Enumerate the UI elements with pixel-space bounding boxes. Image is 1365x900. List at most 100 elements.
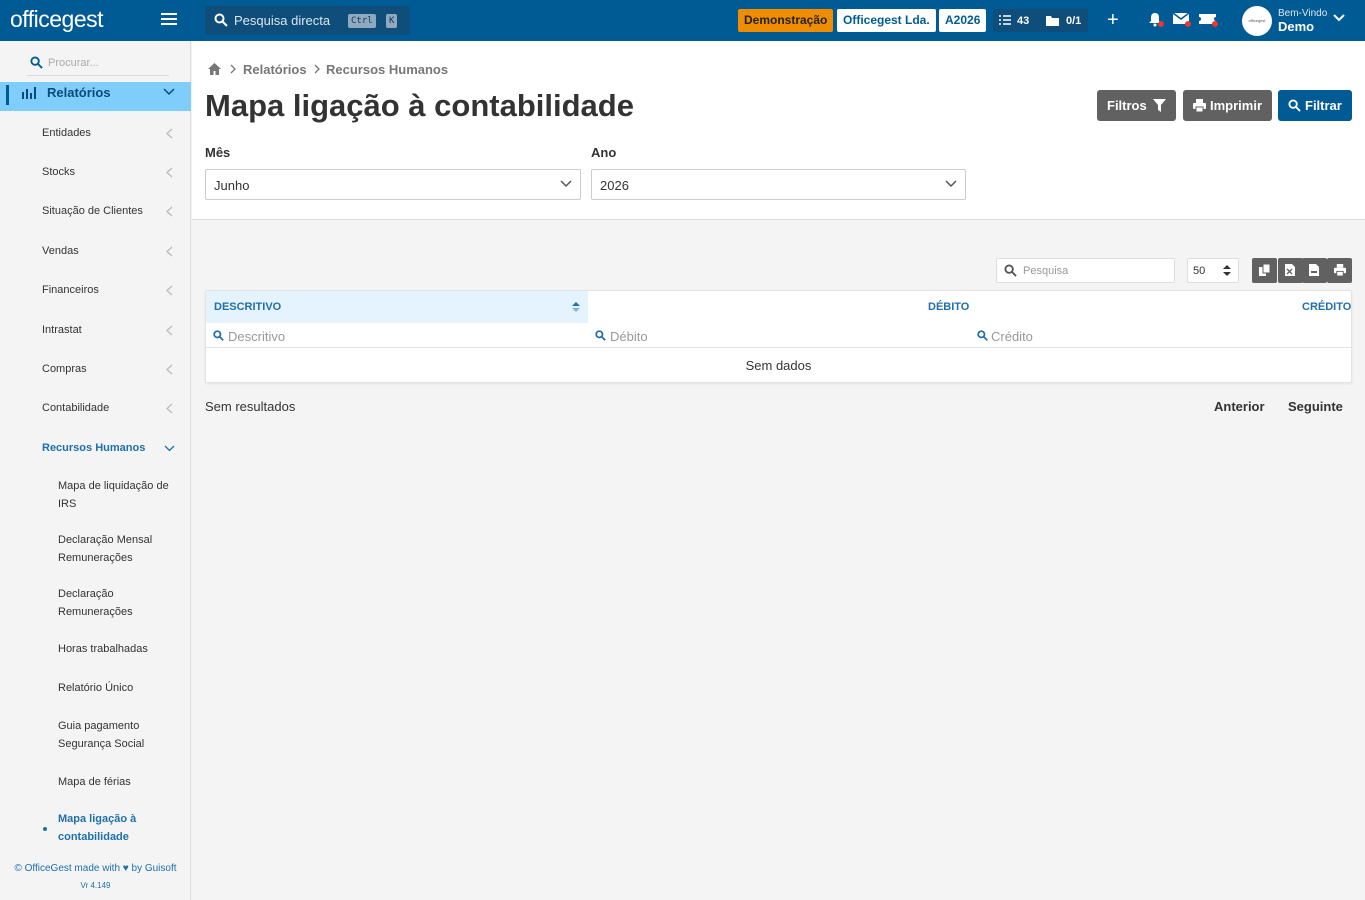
column-header-label: DESCRITIVO: [214, 301, 282, 313]
footer-credit[interactable]: © OfficeGest made with ♥ by Guisoft: [0, 863, 191, 874]
global-search[interactable]: Pesquisa directa Ctrl K: [205, 6, 410, 35]
search-icon: [213, 330, 224, 341]
search-icon: [595, 330, 606, 341]
sidebar-subitem-relatorio-unico[interactable]: Relatório Único: [58, 679, 183, 697]
sidebar-section-relatorios[interactable]: Relatórios: [0, 82, 191, 111]
breadcrumb-recursos-humanos[interactable]: Recursos Humanos: [326, 62, 448, 77]
column-header-debito[interactable]: DÉBITO: [928, 301, 969, 313]
sidebar-item-recursos-humanos[interactable]: Recursos Humanos: [42, 442, 145, 454]
chevron-left-icon: [166, 128, 173, 139]
bell-notification-dot: [1158, 21, 1164, 27]
page-title: Mapa ligação à contabilidade: [205, 88, 634, 123]
username[interactable]: Demo: [1278, 19, 1314, 34]
chevron-down-icon: [164, 445, 175, 452]
sidebar-item-intrastat[interactable]: Intrastat: [42, 324, 82, 336]
funnel-icon: [1153, 99, 1166, 112]
chevron-left-icon: [166, 206, 173, 217]
mail-notification-dot: [1185, 21, 1191, 27]
search-icon: [214, 13, 228, 27]
add-icon[interactable]: +: [1107, 9, 1119, 32]
sidebar-search-placeholder: Procurar...: [48, 57, 99, 69]
avatar[interactable]: officegest: [1242, 6, 1272, 36]
folder-icon[interactable]: [1046, 15, 1059, 26]
filtrar-button[interactable]: Filtrar: [1278, 90, 1352, 121]
filtrar-button-label: Filtrar: [1305, 98, 1342, 113]
home-icon[interactable]: [207, 62, 222, 76]
sidebar-subitem-ligacao-contabilidade[interactable]: Mapa ligação à contabilidade: [58, 810, 158, 846]
chevron-down-icon: [945, 180, 957, 188]
chevron-left-icon: [166, 325, 173, 336]
chevron-left-icon: [166, 364, 173, 375]
excel-button[interactable]: [1278, 258, 1303, 283]
column-header-descritivo[interactable]: DESCRITIVO: [206, 291, 588, 323]
sidebar-section-label: Relatórios: [47, 85, 111, 100]
month-select[interactable]: Junho: [205, 169, 581, 200]
printer-icon: [1193, 99, 1206, 112]
printer-icon: [1334, 264, 1346, 276]
filtros-button[interactable]: Filtros: [1097, 90, 1176, 121]
pdf-file-icon: [1309, 264, 1319, 276]
breadcrumb-relatorios[interactable]: Relatórios: [243, 62, 307, 77]
search-icon: [1288, 99, 1301, 112]
search-icon: [1004, 264, 1017, 277]
previous-page-button[interactable]: Anterior: [1214, 399, 1265, 414]
sidebar-item-stocks[interactable]: Stocks: [42, 166, 75, 178]
copy-button[interactable]: [1252, 258, 1277, 283]
result-count: Sem resultados: [205, 399, 296, 414]
sidebar-subitem-declaracao-remuneracoes[interactable]: Declaração Remunerações: [58, 585, 158, 621]
imprimir-button-label: Imprimir: [1210, 98, 1263, 113]
tasks-count[interactable]: 43: [1017, 15, 1029, 27]
year-select[interactable]: 2026: [591, 169, 966, 200]
active-bullet: [43, 827, 47, 831]
sidebar-subitem-ferias[interactable]: Mapa de férias: [58, 773, 183, 791]
empty-table-message: Sem dados: [745, 358, 812, 373]
counters: 43 0/1: [993, 9, 1088, 32]
filter-descritivo-input[interactable]: Descritivo: [228, 329, 285, 344]
next-page-button[interactable]: Seguinte: [1288, 399, 1343, 414]
demo-badge[interactable]: Demonstração: [738, 9, 834, 32]
imprimir-button[interactable]: Imprimir: [1183, 90, 1272, 121]
folder-count[interactable]: 0/1: [1066, 15, 1081, 27]
filtros-button-label: Filtros: [1107, 98, 1147, 113]
year-badge[interactable]: A2026: [939, 9, 987, 32]
filter-debito-input[interactable]: Débito: [610, 329, 648, 344]
company-badge[interactable]: Officegest Lda.: [837, 9, 936, 32]
page-size-value: 50: [1193, 265, 1206, 277]
tasks-icon[interactable]: [999, 15, 1011, 26]
column-header-credito[interactable]: CRÉDITO: [1302, 301, 1351, 313]
month-select-value: Junho: [214, 178, 250, 193]
menu-toggle-icon[interactable]: [161, 13, 177, 27]
chevron-left-icon: [166, 167, 173, 178]
filter-credito-input[interactable]: Crédito: [991, 329, 1033, 344]
sidebar-subitem-dmr[interactable]: Declaração Mensal Remunerações: [58, 531, 183, 567]
table-search-input[interactable]: Pesquisa: [996, 258, 1175, 283]
global-search-placeholder: Pesquisa directa: [234, 13, 331, 28]
chevron-down-icon: [163, 88, 175, 96]
chevron-left-icon: [166, 285, 173, 296]
welcome-text: Bem-Vindo: [1278, 8, 1328, 19]
chart-icon: [22, 87, 36, 99]
shortcut-ctrl: Ctrl: [348, 14, 376, 28]
sidebar-search[interactable]: Procurar...: [27, 53, 169, 76]
sidebar-subitem-seguranca-social[interactable]: Guia pagamento Segurança Social: [58, 717, 168, 753]
copy-icon: [1259, 264, 1270, 276]
chevron-down-icon[interactable]: [1333, 14, 1345, 22]
sidebar-item-vendas[interactable]: Vendas: [42, 245, 79, 257]
top-bar: officegest Pesquisa directa Ctrl K Demon…: [0, 0, 1365, 41]
shortcut-k: K: [386, 14, 398, 28]
sidebar-item-situacao-clientes[interactable]: Situação de Clientes: [42, 205, 143, 217]
sidebar-item-compras[interactable]: Compras: [42, 363, 87, 375]
sidebar-subitem-horas[interactable]: Horas trabalhadas: [58, 640, 183, 658]
print-table-button[interactable]: [1327, 258, 1352, 283]
sidebar-item-financeiros[interactable]: Financeiros: [42, 284, 99, 296]
app-version: Vr 4.149: [80, 881, 111, 890]
sidebar-item-entidades[interactable]: Entidades: [42, 127, 91, 139]
chevron-right-icon: [314, 64, 320, 74]
sidebar-item-contabilidade[interactable]: Contabilidade: [42, 402, 109, 414]
chevron-down-icon: [560, 180, 572, 188]
excel-file-icon: [1285, 264, 1295, 276]
page-size-select[interactable]: 50: [1187, 258, 1239, 283]
sidebar-subitem-irs[interactable]: Mapa de liquidação de IRS: [58, 477, 183, 513]
pdf-button[interactable]: [1302, 258, 1327, 283]
app-logo[interactable]: officegest: [10, 6, 104, 33]
